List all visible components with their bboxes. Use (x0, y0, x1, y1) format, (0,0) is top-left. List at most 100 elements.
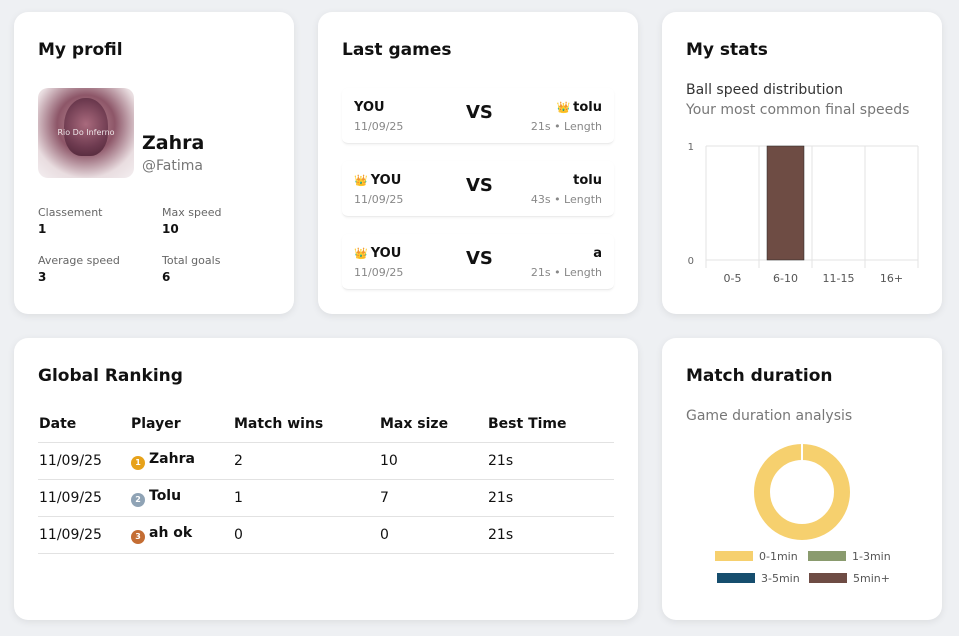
game-detail: 21s • Length (530, 266, 602, 279)
game-date: 11/09/25 (354, 266, 404, 279)
cell-best-time: 21s (487, 442, 614, 480)
cell-max-size: 7 (379, 479, 487, 517)
profile-name: Zahra (142, 132, 205, 154)
game-left-name: YOU (370, 246, 402, 261)
crown-icon: 👑 (354, 174, 368, 187)
game-vs: VS (466, 102, 493, 123)
legend-item[interactable]: 0-1min (715, 550, 798, 563)
x-tick-label: 11-15 (823, 272, 855, 285)
table-row[interactable]: 11/09/25 3 ah ok 0 0 21s (38, 516, 614, 554)
game-right-player: 👑 tolu (556, 100, 602, 115)
cell-max-size: 0 (379, 516, 487, 554)
bronze-medal-icon: 3 (131, 530, 145, 544)
game-date: 11/09/25 (354, 193, 404, 206)
player-name: Zahra (149, 451, 195, 467)
cell-best-time: 21s (487, 479, 614, 517)
global-ranking-card: Global Ranking Date Player Match wins Ma… (14, 338, 638, 620)
stat-value-average-speed: 3 (38, 270, 47, 284)
avatar[interactable]: Rio Do Inferno (38, 88, 134, 178)
my-stats-card: My stats Ball speed distribution Your mo… (662, 12, 942, 314)
cell-match-wins: 0 (233, 516, 379, 554)
game-row[interactable]: 👑 YOU 11/09/25 VS tolu 43s • Length (342, 161, 614, 217)
game-left-player: 👑 YOU (354, 246, 401, 261)
game-right-player: a (593, 246, 602, 261)
profile-card: My profil Rio Do Inferno Zahra @Fatima C… (14, 12, 294, 314)
legend-swatch (715, 551, 753, 561)
duration-donut-chart (754, 444, 850, 540)
stat-label-total-goals: Total goals (162, 254, 221, 267)
match-duration-card: Match duration Game duration analysis 0-… (662, 338, 942, 620)
cell-date: 11/09/25 (38, 442, 130, 480)
legend-item[interactable]: 1-3min (808, 550, 891, 563)
cell-player: 2 Tolu (130, 479, 233, 517)
game-right-name: a (593, 246, 602, 261)
chart-description: Your most common final speeds (686, 102, 910, 118)
game-date: 11/09/25 (354, 120, 404, 133)
game-detail: 21s • Length (530, 120, 602, 133)
legend-label: 0-1min (759, 550, 798, 563)
silver-medal-icon: 2 (131, 493, 145, 507)
player-name: Tolu (149, 488, 182, 504)
x-tick-label: 6-10 (773, 272, 798, 285)
donut-slice[interactable] (754, 444, 850, 540)
y-tick-label: 0 (688, 256, 694, 267)
profile-handle: @Fatima (142, 158, 203, 174)
column-header-max-size[interactable]: Max size (379, 406, 487, 443)
column-header-best-time[interactable]: Best Time (487, 406, 614, 443)
chart-subtitle: Ball speed distribution (686, 82, 843, 98)
legend-swatch (717, 573, 755, 583)
table-row[interactable]: 11/09/25 1 Zahra 2 10 21s (38, 442, 614, 480)
game-right-player: tolu (573, 173, 602, 188)
column-header-player[interactable]: Player (130, 406, 233, 443)
avatar-face (64, 98, 108, 156)
match-duration-subtitle: Game duration analysis (686, 408, 853, 424)
game-vs: VS (466, 175, 493, 196)
stat-label-max-speed: Max speed (162, 206, 222, 219)
stat-value-max-speed: 10 (162, 222, 179, 236)
game-vs: VS (466, 248, 493, 269)
stat-value-total-goals: 6 (162, 270, 171, 284)
legend-label: 3-5min (761, 572, 800, 585)
last-games-card: Last games YOU 11/09/25 VS 👑 tolu 21s • L… (318, 12, 638, 314)
player-name: ah ok (149, 525, 193, 541)
ball-speed-chart: 0 1 0-5 6-10 11-15 16+ (688, 142, 919, 285)
legend-label: 5min+ (853, 572, 890, 585)
table-header-row: Date Player Match wins Max size Best Tim… (38, 406, 614, 443)
cell-date: 11/09/25 (38, 479, 130, 517)
gold-medal-icon: 1 (131, 456, 145, 470)
column-header-date[interactable]: Date (38, 406, 130, 443)
x-tick-label: 0-5 (724, 272, 742, 285)
column-header-match-wins[interactable]: Match wins (233, 406, 379, 443)
game-right-name: tolu (573, 100, 602, 115)
x-tick-label: 16+ (880, 272, 903, 285)
legend-swatch (809, 573, 847, 583)
last-games-title: Last games (342, 40, 452, 60)
game-left-name: YOU (354, 100, 385, 115)
game-left-player: 👑 YOU (354, 173, 401, 188)
avatar-watermark: Rio Do Inferno (57, 128, 115, 137)
ranking-title: Global Ranking (38, 366, 183, 386)
my-stats-title: My stats (686, 40, 768, 60)
game-left-name: YOU (370, 173, 402, 188)
legend-item[interactable]: 5min+ (809, 572, 890, 585)
crown-icon: 👑 (354, 247, 368, 260)
cell-best-time: 21s (487, 516, 614, 554)
cell-max-size: 10 (379, 442, 487, 480)
game-row[interactable]: YOU 11/09/25 VS 👑 tolu 21s • Length (342, 88, 614, 144)
cell-date: 11/09/25 (38, 516, 130, 554)
game-detail: 43s • Length (530, 193, 602, 206)
legend-swatch (808, 551, 846, 561)
table-row[interactable]: 11/09/25 2 Tolu 1 7 21s (38, 479, 614, 517)
game-row[interactable]: 👑 YOU 11/09/25 VS a 21s • Length (342, 234, 614, 290)
y-tick-label: 1 (688, 142, 694, 153)
legend-item[interactable]: 3-5min (717, 572, 800, 585)
cell-player: 3 ah ok (130, 516, 233, 554)
stat-label-classement: Classement (38, 206, 103, 219)
crown-icon: 👑 (556, 101, 571, 114)
game-left-player: YOU (354, 100, 385, 115)
cell-match-wins: 1 (233, 479, 379, 517)
bar (766, 145, 805, 261)
cell-match-wins: 2 (233, 442, 379, 480)
stat-value-classement: 1 (38, 222, 47, 236)
legend-label: 1-3min (852, 550, 891, 563)
